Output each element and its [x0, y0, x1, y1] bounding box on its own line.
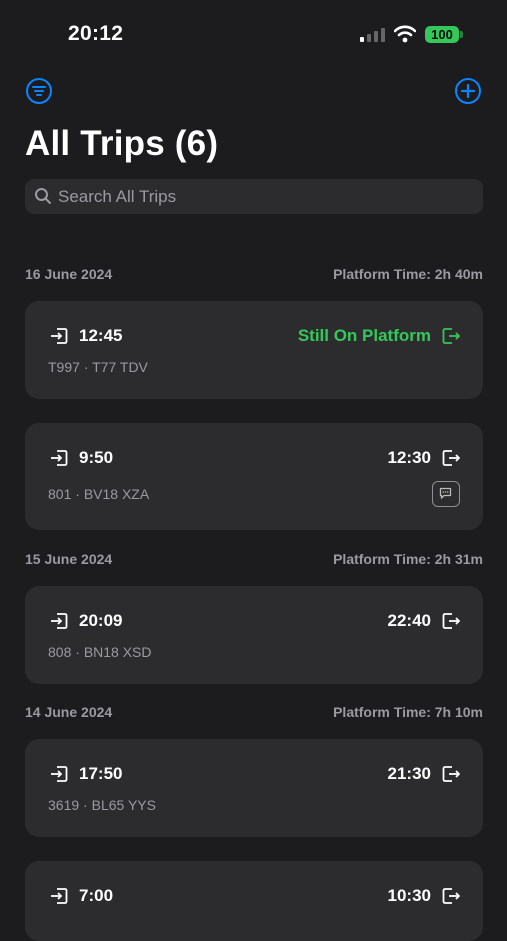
filter-icon[interactable] — [25, 77, 53, 105]
section-date: 15 June 2024 — [25, 551, 113, 567]
section-platform-time: Platform Time: 7h 10m — [333, 704, 483, 720]
trip-route: 801 — [48, 486, 72, 502]
separator-dot: · — [83, 797, 92, 813]
trip-end-time: 21:30 — [387, 764, 431, 783]
wifi-icon — [394, 25, 416, 43]
trip-vehicle: BV18 XZA — [83, 486, 150, 502]
page-title: All Trips (6) — [25, 124, 219, 163]
trip-details: T997 · T77 TDV — [48, 359, 148, 375]
separator-dot: · — [83, 359, 93, 375]
trip-details: 3619 · BL65 YYS — [48, 797, 156, 813]
exit-icon — [442, 450, 460, 466]
trip-start-time: 12:45 — [79, 326, 123, 345]
trip-end-time: 22:40 — [387, 611, 431, 630]
section-date: 16 June 2024 — [25, 266, 113, 282]
trip-vehicle: BL65 YYS — [91, 797, 156, 813]
trip-start-time: 7:00 — [79, 886, 114, 905]
battery-tip — [460, 31, 463, 38]
enter-icon — [51, 766, 68, 782]
exit-icon — [442, 613, 460, 629]
section-platform-time: Platform Time: 2h 31m — [333, 551, 483, 567]
trip-end-time: 12:30 — [387, 448, 431, 467]
separator-dot: · — [75, 486, 84, 502]
search-placeholder: Search All Trips — [58, 187, 177, 206]
enter-icon — [51, 613, 68, 629]
note-button[interactable] — [432, 481, 460, 507]
trip-card[interactable]: 9:50 12:30 801 · BV18 XZA — [25, 423, 483, 530]
enter-icon — [51, 328, 68, 344]
trip-start-time: 20:09 — [79, 611, 123, 630]
trip-card[interactable]: 17:50 21:30 3619 · BL65 YYS — [25, 739, 483, 837]
plus-circle-icon[interactable] — [454, 77, 482, 105]
trip-card[interactable]: 7:00 10:30 — [25, 861, 483, 941]
trip-start-time: 17:50 — [79, 764, 123, 783]
enter-icon — [51, 888, 68, 904]
trip-vehicle: BN18 XSD — [83, 644, 152, 660]
search-input[interactable]: Search All Trips — [25, 179, 483, 214]
search-icon — [35, 188, 51, 204]
trip-route: 3619 — [48, 797, 80, 813]
separator-dot: · — [75, 644, 84, 660]
battery-indicator: 100 — [425, 26, 459, 43]
exit-icon — [442, 328, 460, 344]
enter-icon — [51, 450, 68, 466]
trip-start-time: 9:50 — [79, 448, 114, 467]
section-date: 14 June 2024 — [25, 704, 113, 720]
trip-route: 808 — [48, 644, 72, 660]
trip-end-time: 10:30 — [387, 886, 431, 905]
cellular-signal-icon — [360, 28, 385, 42]
exit-icon — [442, 766, 460, 782]
exit-icon — [442, 888, 460, 904]
section-platform-time: Platform Time: 2h 40m — [333, 266, 483, 282]
trip-card[interactable]: 20:09 22:40 808 · BN18 XSD — [25, 586, 483, 684]
trip-status: Still On Platform — [297, 326, 431, 345]
trip-route: T997 — [48, 359, 80, 375]
trip-details: 801 · BV18 XZA — [48, 486, 149, 502]
status-time: 20:12 — [68, 22, 124, 45]
trip-details: 808 · BN18 XSD — [48, 644, 152, 660]
trip-vehicle: T77 TDV — [92, 359, 148, 375]
trip-card[interactable]: 12:45 Still On Platform T997 · T77 TDV — [25, 301, 483, 399]
message-icon — [439, 487, 452, 499]
